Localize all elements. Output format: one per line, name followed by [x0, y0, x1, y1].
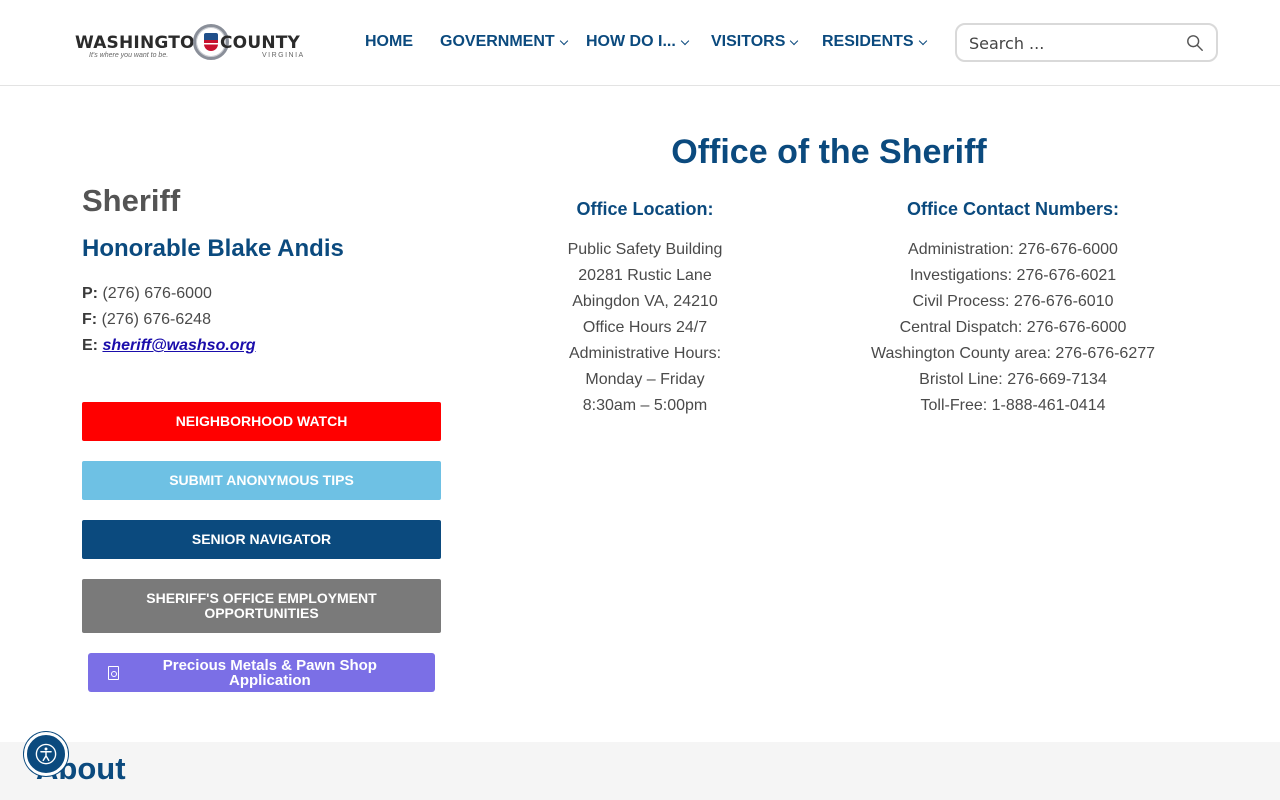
contact-number-line: Washington County area: 276-676-6277: [870, 345, 1156, 362]
fax-label: F:: [82, 311, 98, 328]
fax-line: F: (276) 676-6248: [82, 311, 211, 329]
accessibility-icon: [35, 743, 57, 765]
phone-label: P:: [82, 285, 98, 302]
nav-government[interactable]: GOVERNMENT: [440, 33, 568, 51]
chevron-down-icon: [790, 36, 799, 45]
nav-home[interactable]: HOME: [365, 33, 413, 51]
logo-word-county: COUNTY: [220, 33, 301, 53]
nav-how-do-i-label: HOW DO I...: [586, 33, 676, 50]
sheriff-heading: Sheriff: [82, 183, 181, 218]
office-contact-heading: Office Contact Numbers:: [906, 199, 1120, 219]
chevron-down-icon: [918, 36, 927, 45]
chevron-down-icon: [559, 36, 568, 45]
search-input[interactable]: [969, 33, 1169, 53]
nav-visitors[interactable]: VISITORS: [711, 33, 799, 51]
fax-value: (276) 676-6248: [101, 311, 211, 328]
email-line: E: sheriff@washso.org: [82, 337, 256, 355]
nav-government-label: GOVERNMENT: [440, 33, 555, 50]
phone-line: P: (276) 676-6000: [82, 285, 212, 303]
nav-residents-label: RESIDENTS: [822, 33, 914, 50]
logo-tagline: It's where you want to be.: [89, 52, 169, 59]
neighborhood-watch-label: NEIGHBORHOOD WATCH: [175, 413, 348, 429]
contact-number-line: Administration: 276-676-6000: [908, 241, 1118, 258]
location-line: Monday – Friday: [585, 371, 705, 388]
senior-navigator-label: SENIOR NAVIGATOR: [191, 531, 332, 547]
location-line: 20281 Rustic Lane: [578, 267, 712, 284]
logo-state: VIRGINIA: [262, 52, 305, 59]
location-line: Office Hours 24/7: [582, 319, 708, 336]
submit-anonymous-tips-label: SUBMIT ANONYMOUS TIPS: [169, 472, 354, 488]
site-header: WASHINGTON COUNTY It's where you want to…: [0, 0, 1280, 86]
senior-navigator-button[interactable]: SENIOR NAVIGATOR: [82, 520, 441, 559]
email-link[interactable]: sheriff@washso.org: [102, 337, 255, 354]
phone-value: (276) 676-6000: [102, 285, 212, 302]
contact-number-line: Civil Process: 276-676-6010: [912, 293, 1114, 310]
employment-opportunities-button[interactable]: SHERIFF'S OFFICE EMPLOYMENT OPPORTUNITIE…: [82, 579, 441, 633]
chevron-down-icon: [680, 36, 690, 45]
contact-number-line: Central Dispatch: 276-676-6000: [899, 319, 1127, 336]
location-line: Administrative Hours:: [568, 345, 722, 362]
search-box: [955, 23, 1218, 62]
site-logo[interactable]: WASHINGTON COUNTY It's where you want to…: [75, 24, 303, 62]
location-line: 8:30am – 5:00pm: [582, 397, 708, 414]
page-title: Office of the Sheriff: [671, 133, 987, 171]
location-line: Abingdon VA, 24210: [572, 293, 718, 310]
sheriff-name: Honorable Blake Andis: [82, 235, 344, 262]
contact-number-line: Toll-Free: 1-888-461-0414: [920, 397, 1106, 414]
neighborhood-watch-button[interactable]: NEIGHBORHOOD WATCH: [82, 402, 441, 441]
file-pdf-icon: [108, 665, 119, 680]
contact-number-line: Bristol Line: 276-669-7134: [919, 371, 1107, 388]
logo-word-washington: WASHINGTON: [75, 33, 210, 53]
submit-anonymous-tips-button[interactable]: SUBMIT ANONYMOUS TIPS: [82, 461, 441, 500]
nav-home-label: HOME: [365, 33, 413, 50]
pawn-shop-application-button[interactable]: Precious Metals & Pawn Shop Application: [88, 653, 435, 692]
nav-how-do-i[interactable]: HOW DO I...: [586, 33, 690, 51]
location-line: Public Safety Building: [567, 241, 723, 258]
contact-number-line: Investigations: 276-676-6021: [909, 267, 1117, 284]
search-icon[interactable]: [1186, 34, 1204, 52]
office-location-heading: Office Location:: [576, 199, 714, 219]
email-label: E:: [82, 337, 98, 354]
nav-residents[interactable]: RESIDENTS: [822, 33, 927, 51]
employment-opportunities-label: SHERIFF'S OFFICE EMPLOYMENT OPPORTUNITIE…: [146, 590, 377, 621]
about-section: [0, 742, 1280, 800]
accessibility-button[interactable]: [24, 732, 68, 776]
pawn-shop-application-label: Precious Metals & Pawn Shop Application: [162, 656, 377, 689]
nav-visitors-label: VISITORS: [711, 33, 786, 50]
